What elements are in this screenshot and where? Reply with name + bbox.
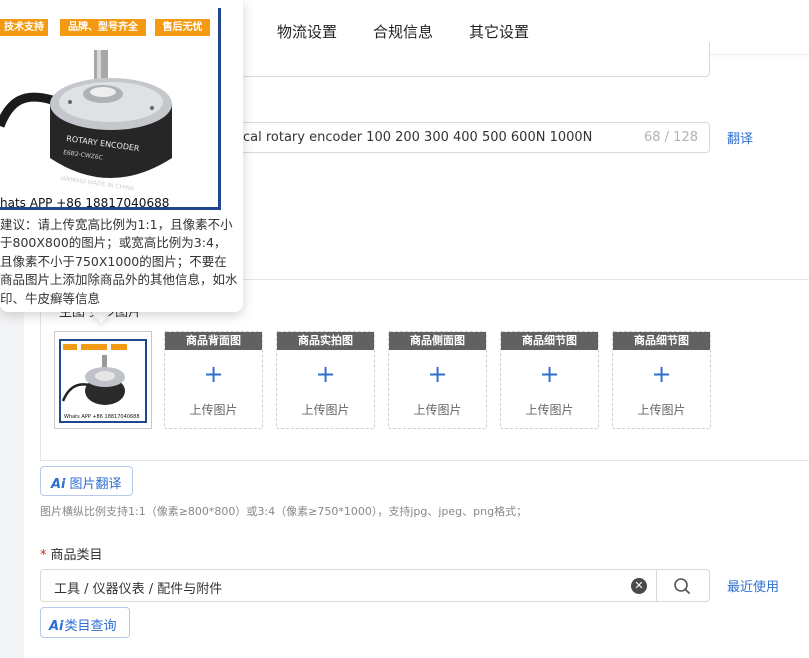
encoder-preview-image: ROTARY ENCODER E6B2-CWZ6C IANMAGI MADE I…	[0, 8, 218, 207]
badge-tech-support: 技术支持	[0, 19, 48, 36]
slot-header: 商品侧面图	[389, 332, 486, 350]
upload-label: 上传图片	[525, 403, 574, 417]
image-translate-button[interactable]: Ai 图片翻译	[40, 466, 133, 496]
category-value: 工具 / 仪器仪表 / 配件与附件	[54, 582, 223, 597]
upload-slot-detail-2[interactable]: 商品细节图 + 上传图片	[612, 331, 711, 429]
product-title-input[interactable]: cal rotary encoder 100 200 300 400 500 6…	[200, 122, 710, 153]
badge-brand-models: 品牌、型号齐全	[60, 19, 146, 36]
recently-used-link[interactable]: 最近使用	[727, 576, 779, 595]
tab-logistics[interactable]: 物流设置	[277, 21, 337, 42]
svg-text:Whats APP +86 18817040688: Whats APP +86 18817040688	[64, 414, 140, 420]
image-advice-text: 建议：请上传宽高比例为1:1，且像素不小于800X800的图片；或宽高比例为3:…	[0, 217, 238, 306]
tab-compliance[interactable]: 合规信息	[373, 21, 433, 42]
slot-header: 商品细节图	[501, 332, 598, 350]
product-title-value: cal rotary encoder 100 200 300 400 500 6…	[243, 130, 593, 145]
upload-slot-real-shot[interactable]: 商品实拍图 + 上传图片	[276, 331, 375, 429]
search-icon	[674, 578, 690, 594]
upload-label: 上传图片	[637, 403, 686, 417]
category-label-text: 商品类目	[50, 548, 103, 563]
upload-label: 上传图片	[189, 403, 238, 417]
image-translate-label: 图片翻译	[69, 477, 122, 492]
plus-icon: +	[427, 360, 448, 388]
category-query-button[interactable]: Ai类目查询	[40, 607, 130, 638]
upload-slot-back[interactable]: 商品背面图 + 上传图片	[164, 331, 263, 429]
category-search-button[interactable]	[656, 569, 710, 602]
ai-icon: Ai	[51, 477, 66, 492]
upload-slot-detail-1[interactable]: 商品细节图 + 上传图片	[500, 331, 599, 429]
ai-icon: Ai	[49, 619, 64, 634]
plus-icon: +	[539, 360, 560, 388]
required-mark: *	[40, 548, 47, 563]
category-query-label: 类目查询	[64, 619, 117, 634]
product-edit-page: 基 物流设置 合规信息 其它设置 cal rotary encoder 100 …	[0, 0, 809, 658]
category-label: * 商品类目	[40, 544, 103, 563]
main-image-frame: Whats APP +86 18817040688	[59, 339, 147, 423]
slot-header: 商品背面图	[165, 332, 262, 350]
whatsapp-contact: hats APP +86 18817040688	[0, 196, 170, 210]
tab-other-settings[interactable]: 其它设置	[469, 21, 529, 42]
translate-link[interactable]: 翻译	[727, 128, 753, 147]
image-format-hint: 图片横纵比例支持1:1（像素≥800*800）或3:4（像素≥750*1000）…	[40, 505, 528, 518]
slot-header: 商品细节图	[613, 332, 710, 350]
previous-field-input[interactable]	[200, 42, 710, 77]
plus-icon: +	[651, 360, 672, 388]
main-image-thumbnail[interactable]: Whats APP +86 18817040688	[54, 331, 152, 429]
clear-icon[interactable]: ✕	[631, 578, 647, 594]
encoder-thumbnail-image: Whats APP +86 18817040688	[61, 344, 140, 420]
upload-label: 上传图片	[413, 403, 462, 417]
preview-image: ROTARY ENCODER E6B2-CWZ6C IANMAGI MADE I…	[0, 8, 221, 210]
title-char-counter: 68 / 128	[644, 130, 698, 145]
badge-after-sales: 售后无忧	[155, 19, 210, 36]
upload-label: 上传图片	[301, 403, 350, 417]
upload-slot-side[interactable]: 商品侧面图 + 上传图片	[388, 331, 487, 429]
slot-header: 商品实拍图	[277, 332, 374, 350]
category-input[interactable]: 工具 / 仪器仪表 / 配件与附件	[40, 569, 657, 602]
plus-icon: +	[203, 360, 224, 388]
plus-icon: +	[315, 360, 336, 388]
image-preview-popover: ROTARY ENCODER E6B2-CWZ6C IANMAGI MADE I…	[0, 0, 243, 312]
